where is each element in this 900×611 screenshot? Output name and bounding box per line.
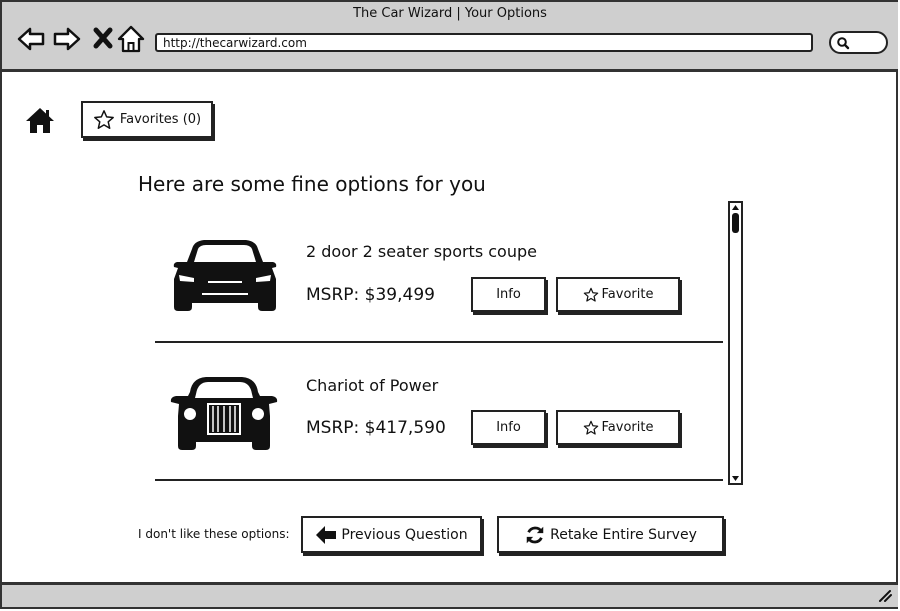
search-box[interactable] [829,31,888,54]
car-name: 2 door 2 seater sports coupe [306,242,537,261]
resize-grip-icon[interactable] [878,590,892,602]
favorite-button[interactable]: Favorite [556,277,680,312]
divider [155,341,723,343]
star-icon [583,420,598,435]
home-icon[interactable] [25,106,55,134]
star-icon [583,287,598,302]
favorites-button[interactable]: Favorites (0) [81,101,213,138]
scrollbar[interactable] [728,201,743,485]
favorite-label: Favorite [601,287,654,302]
previous-question-button[interactable]: Previous Question [301,516,482,553]
favorite-label: Favorite [601,420,654,435]
refresh-icon [526,526,544,543]
url-input[interactable]: http://thecarwizard.com [155,33,813,52]
scroll-thumb[interactable] [732,213,739,233]
search-icon [837,37,850,50]
luxury-car-icon [170,377,278,450]
back-arrow-icon[interactable] [16,24,46,54]
forward-arrow-icon[interactable] [52,24,82,54]
info-button[interactable]: Info [471,277,546,312]
favorites-label: Favorites (0) [119,112,202,127]
car-price: MSRP: $417,590 [306,418,446,438]
info-label: Info [496,420,521,435]
page-title: Here are some fine options for you [138,172,486,196]
window-title: The Car Wizard | Your Options [353,6,547,21]
car-name: Chariot of Power [306,376,439,395]
info-button[interactable]: Info [471,410,546,445]
status-bar [2,582,898,607]
browser-toolbar: The Car Wizard | Your Options http://the… [2,2,898,72]
home-icon[interactable] [116,24,146,54]
divider [155,479,723,481]
star-icon [93,109,114,129]
favorite-button[interactable]: Favorite [556,410,680,445]
sports-car-icon [173,240,277,311]
retake-survey-button[interactable]: Retake Entire Survey [497,516,724,553]
dislike-prompt: I don't like these options: [138,527,290,541]
scroll-down-icon[interactable] [731,475,740,482]
previous-question-label: Previous Question [341,526,468,543]
info-label: Info [496,287,521,302]
car-price: MSRP: $39,499 [306,285,435,305]
retake-survey-label: Retake Entire Survey [550,526,697,543]
scroll-up-icon[interactable] [731,204,740,211]
arrow-left-icon [316,525,337,544]
